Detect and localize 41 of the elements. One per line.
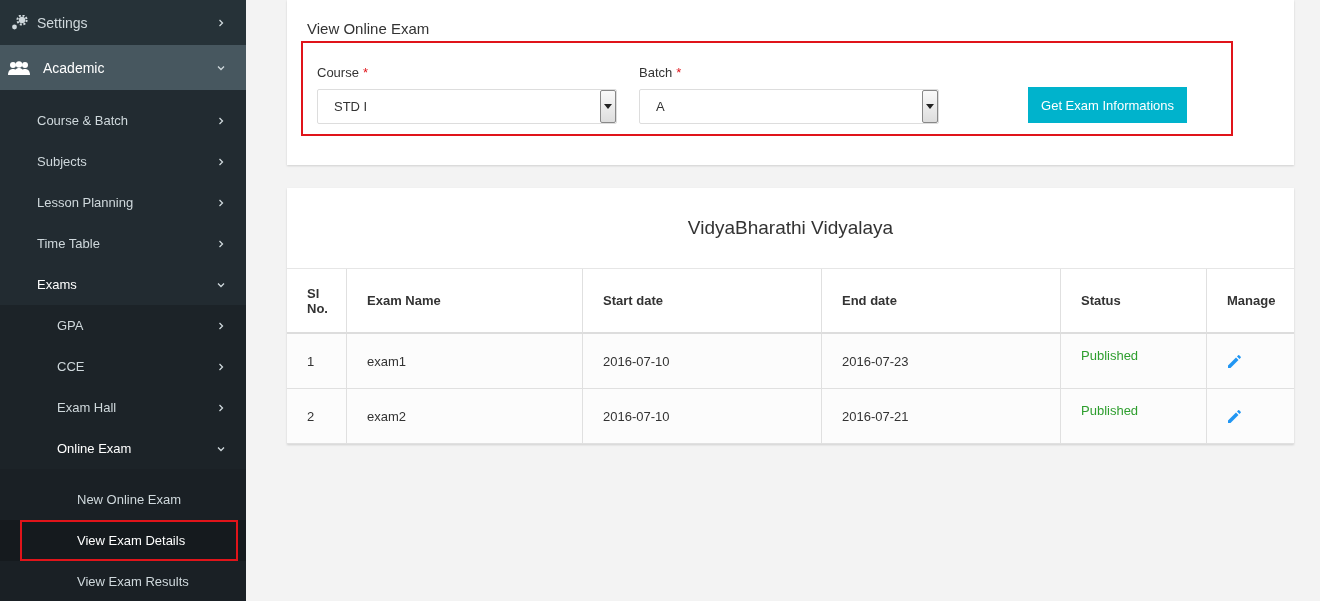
gears-icon xyxy=(9,14,28,31)
panel-title: View Online Exam xyxy=(307,20,431,37)
table-cell: 2016-07-10 xyxy=(583,389,822,444)
sidebar-item[interactable]: New Online Exam xyxy=(0,479,246,520)
sidebar-item[interactable]: Subjects xyxy=(0,141,246,182)
column-header: Status xyxy=(1061,269,1207,334)
column-header: Manage xyxy=(1207,269,1294,334)
column-header: Exam Name xyxy=(347,269,583,334)
column-header: Start date xyxy=(583,269,822,334)
sidebar-item[interactable]: Exam Hall xyxy=(0,387,246,428)
field-label: Batch xyxy=(639,65,673,80)
table-cell: 2016-07-21 xyxy=(822,389,1061,444)
sidebar-item[interactable]: GPA xyxy=(0,305,246,346)
table-cell: 1 xyxy=(287,334,347,389)
sidebar-item[interactable]: Settings xyxy=(0,0,246,45)
table-cell: exam1 xyxy=(347,334,583,389)
required-mark: * xyxy=(676,65,682,80)
sidebar-item[interactable]: Lesson Planning xyxy=(0,182,246,223)
edit-pencil-icon[interactable] xyxy=(1227,353,1243,369)
sidebar-item[interactable]: Online Exam xyxy=(0,428,246,469)
table-cell: 2016-07-23 xyxy=(822,334,1061,389)
sidebar-item[interactable]: Time Table xyxy=(0,223,246,264)
sidebar-item[interactable]: View Exam Details xyxy=(0,520,246,561)
sidebar-item[interactable]: Course & Batch xyxy=(0,100,246,141)
required-mark: * xyxy=(362,65,368,80)
select-field[interactable]: A xyxy=(639,89,939,124)
field-label: Course xyxy=(317,65,359,80)
table-cell: exam2 xyxy=(347,389,583,444)
table-cell: 2 xyxy=(287,389,347,444)
sidebar-item[interactable]: Academic xyxy=(0,45,246,90)
sidebar-item[interactable]: Exams xyxy=(0,264,246,305)
edit-pencil-icon[interactable] xyxy=(1227,408,1243,424)
sidebar-item[interactable]: View Exam Results xyxy=(0,561,246,601)
column-header: Sl No. xyxy=(287,269,347,334)
status-text: Published xyxy=(1081,403,1139,418)
select-field[interactable]: STD I xyxy=(317,89,617,124)
people-icon xyxy=(7,60,30,75)
column-header: End date xyxy=(822,269,1061,334)
table-cell: 2016-07-10 xyxy=(583,334,822,389)
status-text: Published xyxy=(1081,348,1139,363)
sidebar-item[interactable]: CCE xyxy=(0,346,246,387)
